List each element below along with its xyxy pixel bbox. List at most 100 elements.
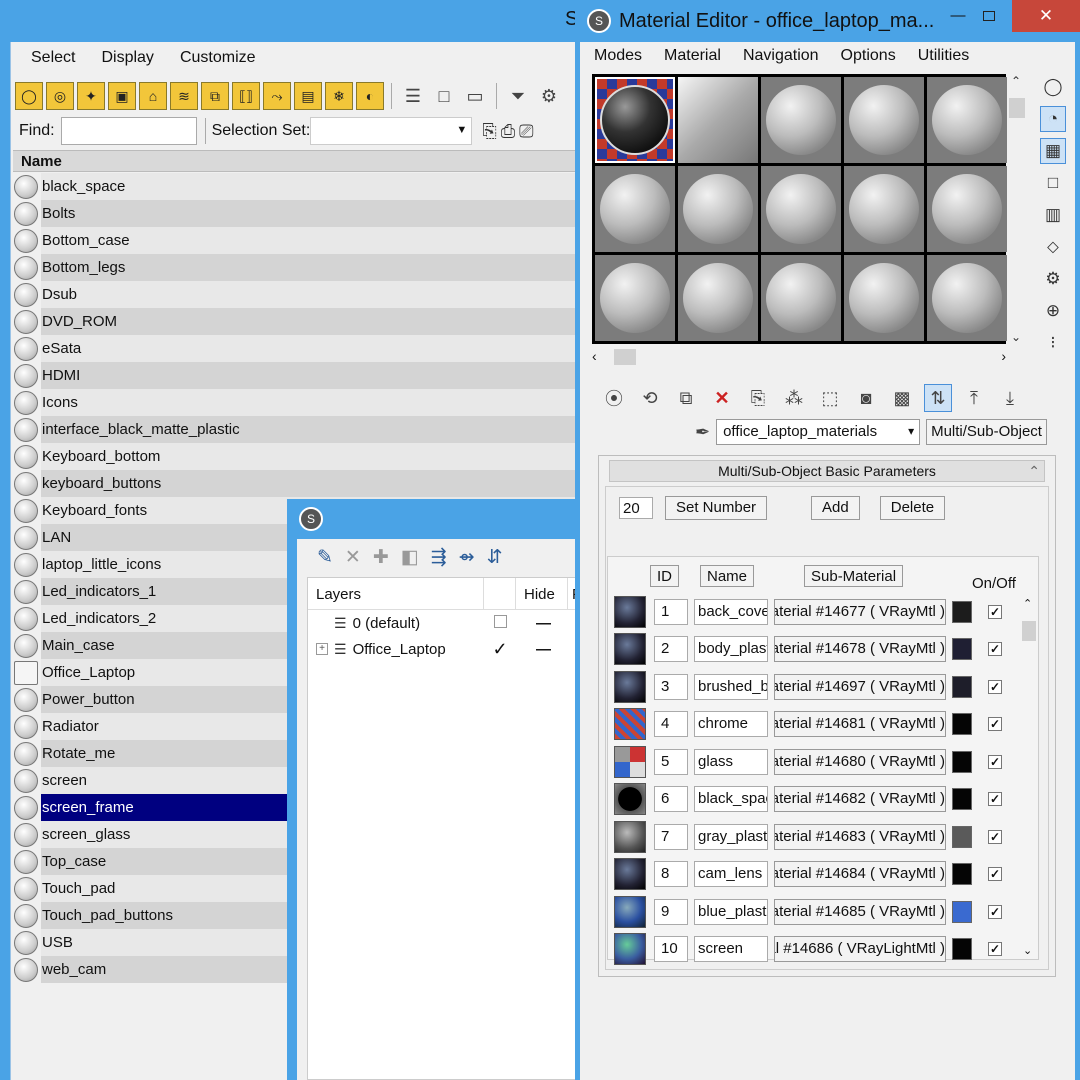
layer-row[interactable]: +☰0 (default)— — [308, 610, 586, 636]
display-shapes-icon[interactable]: ◎ — [46, 82, 74, 110]
display-frozen-icon[interactable]: ❄ — [325, 82, 353, 110]
scroll-thumb[interactable] — [1022, 621, 1036, 641]
sort-by-submaterial-button[interactable]: Sub-Material — [804, 565, 904, 587]
display-bones-icon[interactable]: ⤳ — [263, 82, 291, 110]
submaterial-name-field[interactable]: screen — [694, 936, 768, 963]
submaterial-id-field[interactable]: 4 — [654, 711, 688, 738]
show-end-result-icon[interactable]: ⇅ — [924, 384, 952, 412]
on-off-checkbox[interactable]: ✓ — [988, 904, 1002, 919]
submaterial-name-field[interactable]: black_spac — [694, 786, 768, 813]
display-lights-icon[interactable]: ✦ — [77, 82, 105, 110]
color-swatch[interactable] — [952, 750, 972, 773]
layer-row[interactable]: + ☰ Office_Laptop ✓ — — [308, 636, 586, 662]
scroll-left-icon[interactable]: ‹ — [592, 348, 597, 364]
scroll-down-icon[interactable]: ⌄ — [1011, 330, 1021, 344]
display-cameras-icon[interactable]: ▣ — [108, 82, 136, 110]
make-preview-icon[interactable]: ⬦ — [1040, 234, 1066, 260]
sort-by-name-button[interactable]: Name — [700, 565, 755, 587]
display-geometry-icon[interactable]: ◯ — [15, 82, 43, 110]
display-helpers-icon[interactable]: ⌂ — [139, 82, 167, 110]
select-by-material-icon[interactable]: ⊕ — [1040, 298, 1066, 324]
object-row[interactable]: Bottom_case — [13, 227, 589, 254]
object-row[interactable]: HDMI — [13, 362, 589, 389]
submaterial-name-field[interactable]: cam_lens — [694, 861, 768, 888]
options-icon[interactable]: ⚙ — [1040, 266, 1066, 292]
hide-toggle[interactable]: — — [516, 615, 568, 632]
color-swatch[interactable] — [952, 863, 972, 886]
menu-select[interactable]: Select — [31, 49, 75, 67]
submaterial-name-field[interactable]: gray_plast — [694, 823, 768, 850]
submaterial-name-field[interactable]: brushed_b — [694, 673, 768, 700]
menu-display[interactable]: Display — [101, 49, 153, 67]
submaterial-name-field[interactable]: blue_plasti — [694, 898, 768, 925]
add-button[interactable]: Add — [811, 496, 860, 520]
submaterial-id-field[interactable]: 7 — [654, 823, 688, 850]
object-row[interactable]: eSata — [13, 335, 589, 362]
submaterial-thumbnail[interactable] — [614, 670, 646, 703]
sample-slot[interactable] — [761, 77, 841, 163]
submaterial-button[interactable]: Material #14685 ( VRayMtl ) — [774, 898, 946, 925]
scroll-thumb[interactable] — [614, 349, 636, 365]
filter-options-icon[interactable]: ⚙ — [535, 82, 563, 110]
scroll-down-icon[interactable]: ⌄ — [1023, 944, 1032, 957]
slot-horizontal-scrollbar[interactable]: ‹ › — [592, 348, 1006, 366]
minimize-icon[interactable]: — — [943, 0, 973, 30]
sample-slot[interactable] — [678, 255, 758, 341]
go-forward-to-sibling-icon[interactable]: ⤓ — [996, 384, 1024, 412]
backlight-icon[interactable]: ◔ — [1040, 106, 1066, 132]
show-shaded-in-viewport-icon[interactable]: ▩ — [888, 384, 916, 412]
select-none-icon[interactable]: □ — [430, 82, 458, 110]
scroll-right-icon[interactable]: › — [1001, 348, 1006, 364]
assign-to-selection-icon[interactable]: ⧉ — [672, 384, 700, 412]
submaterial-id-field[interactable]: 1 — [654, 598, 688, 625]
submaterial-id-field[interactable]: 9 — [654, 898, 688, 925]
delete-layer-icon[interactable]: ✕ — [345, 546, 361, 569]
slot-vertical-scrollbar[interactable]: ⌃ ⌄ — [1008, 74, 1026, 344]
display-containers-icon[interactable]: ▤ — [294, 82, 322, 110]
collapse-icon[interactable]: ⌃ — [1028, 461, 1040, 481]
filter-icon[interactable]: ⏷ — [504, 82, 532, 110]
material-map-navigator-icon[interactable]: ⁝ — [1040, 330, 1066, 356]
menu-options[interactable]: Options — [841, 47, 896, 65]
menu-navigation[interactable]: Navigation — [743, 47, 819, 65]
make-copy-icon[interactable]: ⎘ — [744, 384, 772, 412]
background-checker-icon[interactable]: ▦ — [1040, 138, 1066, 164]
submaterial-id-field[interactable]: 2 — [654, 636, 688, 663]
color-swatch[interactable] — [952, 938, 972, 961]
sample-type-sphere-icon[interactable]: ◯ — [1040, 74, 1066, 100]
sample-slot[interactable] — [927, 255, 1007, 341]
active-column-header[interactable] — [484, 578, 516, 609]
delete-button[interactable]: Delete — [879, 496, 946, 520]
new-layer-icon[interactable]: ✎ — [317, 546, 333, 569]
selection-set-dropdown[interactable]: ▼ — [310, 117, 473, 145]
on-off-checkbox[interactable]: ✓ — [988, 867, 1002, 882]
layer-properties-icon[interactable]: ⇴ — [459, 546, 475, 569]
sample-slot[interactable] — [678, 166, 758, 252]
menu-utilities[interactable]: Utilities — [918, 47, 970, 65]
hide-toggle[interactable]: — — [516, 641, 568, 658]
active-layer-toggle[interactable]: ✓ — [484, 639, 516, 660]
maximize-icon[interactable] — [979, 6, 999, 26]
put-to-library-icon[interactable]: ⬚ — [816, 384, 844, 412]
object-row[interactable]: interface_black_matte_plastic — [13, 416, 589, 443]
on-off-checkbox[interactable]: ✓ — [988, 792, 1002, 807]
submaterial-button[interactable]: Material #14683 ( VRayMtl ) — [774, 823, 946, 850]
scroll-up-icon[interactable]: ⌃ — [1023, 597, 1032, 610]
menu-customize[interactable]: Customize — [180, 49, 256, 67]
color-swatch[interactable] — [952, 600, 972, 623]
put-to-scene-icon[interactable]: ⟲ — [636, 384, 664, 412]
object-row[interactable]: keyboard_buttons — [13, 470, 589, 497]
color-swatch[interactable] — [952, 638, 972, 661]
sample-slot[interactable] — [844, 77, 924, 163]
color-swatch[interactable] — [952, 900, 972, 923]
display-spacewarps-icon[interactable]: ≋ — [170, 82, 198, 110]
sample-slot[interactable] — [844, 166, 924, 252]
submaterial-id-field[interactable]: 6 — [654, 786, 688, 813]
submaterial-scrollbar[interactable]: ⌃ ⌄ — [1020, 597, 1038, 957]
on-off-checkbox[interactable]: ✓ — [988, 754, 1002, 769]
eyedropper-icon[interactable]: ✒ — [695, 422, 710, 443]
sample-slot[interactable] — [844, 255, 924, 341]
display-hidden-icon[interactable]: ◐ — [356, 82, 384, 110]
object-row[interactable]: Bolts — [13, 200, 589, 227]
submaterial-button[interactable]: Material #14682 ( VRayMtl ) — [774, 786, 946, 813]
